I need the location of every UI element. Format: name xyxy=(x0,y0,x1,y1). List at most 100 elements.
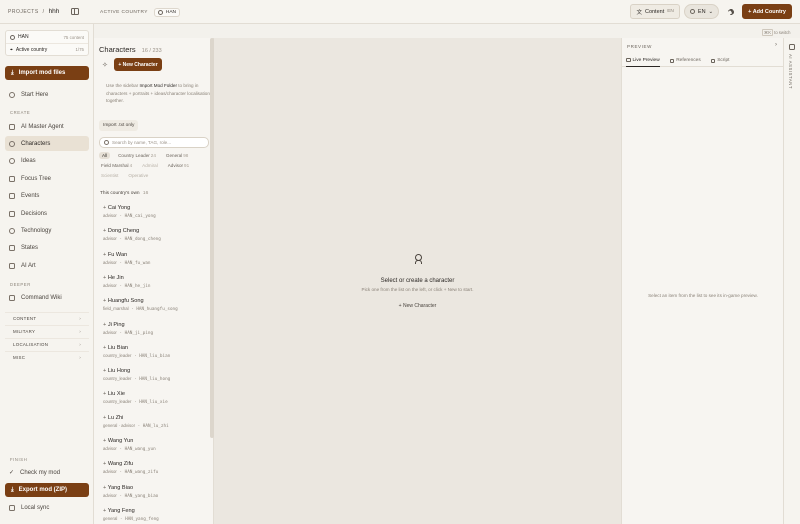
category-misc[interactable]: MISC › xyxy=(5,351,89,362)
sidebar-item-ideas[interactable]: Ideas xyxy=(5,153,89,168)
tab-references[interactable]: References xyxy=(669,55,701,67)
list-item[interactable]: Ji Pingadvisor · HAN_ji_ping xyxy=(103,322,208,336)
preview-tabs: Live Preview References Script xyxy=(622,55,784,67)
category-military[interactable]: MILITARY › xyxy=(5,325,89,336)
country-flag-icon xyxy=(10,34,15,40)
magic-wand-icon[interactable]: ✧ xyxy=(102,61,108,69)
list-item[interactable]: Liu Xie country_leader · HAN_liu_xie xyxy=(103,391,208,405)
tab-script[interactable]: Script xyxy=(710,55,730,67)
active-country-chip[interactable]: HAN xyxy=(153,7,181,17)
switch-hint-text: to switch xyxy=(774,30,791,35)
list-item[interactable]: Fu Wanadvisor · HAN_fu_wan xyxy=(103,252,208,266)
sidebar-item-label: AI Art xyxy=(21,262,36,269)
search-input[interactable]: Search by name, TAG, role... xyxy=(99,137,209,148)
category-content[interactable]: CONTENT › xyxy=(5,312,89,323)
collapse-preview-icon[interactable]: › xyxy=(775,42,777,48)
character-role: country_leader xyxy=(103,352,132,358)
sidebar-item-states[interactable]: States xyxy=(5,240,89,255)
import-txt-button[interactable]: Import .txt only xyxy=(99,120,139,131)
compass-icon xyxy=(9,91,15,98)
filter-label: General xyxy=(165,153,183,158)
ai-assistant-rail[interactable]: AI ASSISTANT xyxy=(783,38,800,524)
list-item[interactable]: Yang Fenggeneral · HAN_yang_feng xyxy=(103,508,208,522)
character-id: HAN_liu_xie xyxy=(139,400,168,406)
export-mod-button[interactable]: ⤓ Export mod (ZIP) xyxy=(5,483,89,497)
list-item[interactable]: Huangfu Song field_marshal · HAN_huangfu_… xyxy=(103,298,208,312)
switch-hint: ⌘K to switch xyxy=(762,29,790,36)
breadcrumb-projects[interactable]: PROJECTS xyxy=(8,9,39,15)
import-mod-folder-link[interactable]: Import Mod Folder xyxy=(139,83,177,88)
list-item[interactable]: He Jinadvisor · HAN_he_jin xyxy=(103,275,208,289)
filter-chip[interactable]: Advisor91 xyxy=(166,162,191,169)
breadcrumb-project-name[interactable]: hhh xyxy=(49,8,60,15)
character-meta: advisor · HAN_he_jin xyxy=(103,282,151,289)
character-name: Yang Feng xyxy=(103,508,208,514)
character-id: HAN_liu_hong xyxy=(139,377,171,383)
character-id: HAN_yang_feng xyxy=(125,516,159,522)
list-item[interactable]: Yang Biaoadvisor · HAN_yang_biao xyxy=(103,485,208,499)
own-count: 16 xyxy=(142,191,149,196)
filter-chip[interactable]: Scientist xyxy=(99,172,120,179)
sidebar-item-events[interactable]: Events xyxy=(5,188,89,203)
list-item[interactable]: Liu Biancountry_leader · HAN_liu_bian xyxy=(103,345,208,359)
character-meta: general · advisor · HAN_lu_zhi xyxy=(103,422,169,429)
chevron-right-icon: › xyxy=(79,354,81,360)
characters-panel: Characters 16 / 233 ✧ + New Character Us… xyxy=(94,38,214,524)
active-country-row[interactable]: ⌖ Active country 1/75 xyxy=(6,43,88,55)
country-row[interactable]: HAN 75 content xyxy=(6,31,88,43)
sidebar-item-decisions[interactable]: Decisions xyxy=(5,206,89,221)
list-item[interactable]: Wang Yun advisor · HAN_wang_yun xyxy=(103,438,208,452)
sidebar-item-label: Characters xyxy=(21,140,51,147)
filter-chip[interactable]: General98 xyxy=(164,152,190,159)
filter-chip[interactable]: Field Marshal4 xyxy=(99,162,134,169)
editor-empty-state: Select or create a character Pick one fr… xyxy=(214,38,621,524)
sidebar-toggle-icon[interactable] xyxy=(71,8,80,15)
list-item[interactable]: Lu Zhigeneral · advisor · HAN_lu_zhi xyxy=(103,415,208,429)
character-icon xyxy=(414,254,422,264)
character-name: Ji Ping xyxy=(103,322,208,328)
filter-chip[interactable]: Admiral xyxy=(140,162,160,169)
empty-state-new-character-button[interactable]: + New Character xyxy=(214,303,621,309)
tab-live-preview[interactable]: Live Preview xyxy=(626,55,660,67)
chevron-down-icon: ⌄ xyxy=(708,8,714,15)
new-character-button[interactable]: + New Character xyxy=(114,58,162,71)
sidebar-item-start-here[interactable]: Start Here xyxy=(5,87,89,102)
sparkle-icon xyxy=(9,123,15,130)
list-item[interactable]: Liu Hong country_leader · HAN_liu_hong xyxy=(103,368,208,382)
theme-toggle-button[interactable] xyxy=(723,4,738,19)
character-meta: advisor · HAN_fu_wan xyxy=(103,259,151,266)
preview-empty-text: Select an item from the list to see its … xyxy=(648,293,758,298)
add-country-button[interactable]: + Add Country xyxy=(742,4,792,19)
sidebar-item-ai-art[interactable]: AI Art xyxy=(5,258,89,273)
sidebar-item-technology[interactable]: Technology xyxy=(5,223,89,238)
sidebar-item-local-sync[interactable]: Local sync xyxy=(5,500,89,515)
character-role: advisor xyxy=(103,259,117,265)
filter-chip[interactable]: Operative xyxy=(126,172,150,179)
content-language-button[interactable]: 文 Content EN xyxy=(630,4,680,19)
character-id: HAN_cai_yong xyxy=(124,214,156,219)
sidebar-item-focus-tree[interactable]: Focus Tree xyxy=(5,171,89,186)
character-meta: country_leader · HAN_liu_xie xyxy=(103,399,168,406)
list-item[interactable]: Wang Zifu advisor · HAN_wang_zifu xyxy=(103,461,208,475)
sidebar-item-characters[interactable]: Characters xyxy=(5,136,89,151)
character-meta: advisor · HAN_yang_biao xyxy=(103,492,159,499)
filter-chip[interactable]: All xyxy=(99,152,111,159)
country-card[interactable]: HAN 75 content ⌖ Active country 1/75 xyxy=(5,30,89,56)
sidebar-item-check-my-mod[interactable]: ✓ Check my mod xyxy=(5,465,89,480)
filter-chip[interactable]: Country Leader24 xyxy=(116,152,158,159)
list-item[interactable]: Cai Yong advisor · HAN_cai_yong xyxy=(103,205,208,219)
import-mod-files-button[interactable]: ⤓ Import mod files xyxy=(5,66,89,80)
character-id: HAN_huangfu_song xyxy=(136,307,178,313)
character-id: HAN_wang_yun xyxy=(124,447,156,452)
category-localisation[interactable]: LOCALISATION › xyxy=(5,338,89,349)
ui-language-select[interactable]: EN ⌄ xyxy=(683,4,720,19)
active-country-tag: HAN xyxy=(165,9,177,15)
country-icon xyxy=(157,9,163,15)
assistant-icon xyxy=(789,44,795,50)
sidebar-item-ai-master-agent[interactable]: AI Master Agent xyxy=(5,119,89,134)
filter-label: Scientist xyxy=(101,173,119,178)
globe-icon xyxy=(689,9,695,14)
list-item[interactable]: Dong Cheng advisor · HAN_dong_cheng xyxy=(103,228,208,242)
download-icon: ⤓ xyxy=(11,486,14,493)
sidebar-item-command-wiki[interactable]: Command Wiki xyxy=(5,290,89,305)
